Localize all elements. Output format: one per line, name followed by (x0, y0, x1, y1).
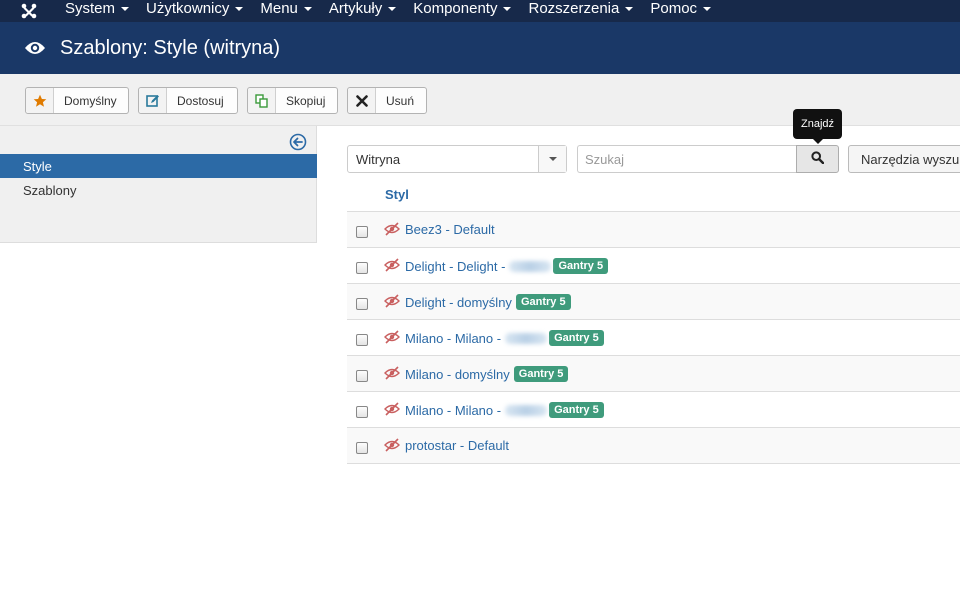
copy-icon (248, 88, 276, 113)
blurred-text (505, 404, 548, 416)
copy-button[interactable]: Skopiuj (247, 87, 338, 114)
nav-menu-label: Użytkownicy (146, 0, 230, 17)
row-checkbox[interactable] (356, 262, 368, 274)
search-button[interactable] (796, 145, 839, 173)
style-link[interactable]: Delight - domyślny Gantry 5 (405, 294, 571, 310)
nav-menu-label: Artykuły (328, 0, 383, 17)
delete-button-label: Usuń (386, 93, 415, 108)
gantry-badge: Gantry 5 (549, 402, 604, 418)
page-title: Szablony: Style (witryna) (60, 36, 281, 59)
default-button-label: Domyślny (64, 93, 117, 108)
client-select-value: Witryna (356, 151, 401, 167)
sidebar-item-styles[interactable]: Style (0, 154, 317, 178)
blurred-text (509, 260, 552, 272)
table-row: Milano - Milano - Gantry 5 (347, 392, 960, 428)
gantry-badge: Gantry 5 (553, 258, 609, 274)
nav-menu-extensions[interactable]: Rozszerzenia (521, 0, 643, 19)
edit-button[interactable]: Dostosuj (138, 87, 238, 114)
style-name: Milano - Milano - (405, 330, 502, 346)
nav-menu-help[interactable]: Pomoc (643, 0, 721, 19)
style-link[interactable]: Milano - domyślny Gantry 5 (405, 366, 569, 382)
gantry-badge: Gantry 5 (549, 330, 604, 346)
star-icon (26, 88, 54, 113)
nav-menu-label: Menu (260, 0, 298, 17)
search-tooltip: Znajdź (793, 109, 842, 144)
search-icon (811, 151, 825, 167)
style-link[interactable]: Delight - Delight - Gantry 5 (405, 258, 609, 274)
style-name: Beez3 - Default (405, 222, 495, 237)
close-icon (348, 88, 376, 113)
eye-slash-icon[interactable] (384, 438, 400, 452)
sidebar-item-label: Style (23, 158, 52, 174)
nav-menu-menu[interactable]: Menu (253, 0, 322, 19)
table-row: Delight - Delight - Gantry 5 (347, 248, 960, 284)
nav-menu-articles[interactable]: Artykuły (322, 0, 406, 19)
eye-slash-icon[interactable] (384, 330, 400, 344)
nav-menu-label: Komponenty (413, 0, 498, 17)
client-select[interactable]: Witryna (347, 145, 567, 173)
row-checkbox[interactable] (356, 298, 368, 310)
edit-button-label: Dostosuj (177, 93, 224, 108)
style-name: Delight - domyślny (405, 294, 512, 310)
table-row: protostar - Default (347, 428, 960, 464)
search-tools-button[interactable]: Narzędzia wyszukiwania (848, 145, 960, 173)
page-header: Szablony: Style (witryna) (0, 22, 960, 74)
style-name: Delight - Delight - (405, 258, 506, 274)
row-checkbox[interactable] (356, 442, 368, 454)
caret-down-icon (235, 7, 244, 11)
row-checkbox[interactable] (356, 226, 368, 238)
table-row: Delight - domyślny Gantry 5 (347, 284, 960, 320)
joomla-logo-icon[interactable] (0, 0, 58, 22)
row-checkbox[interactable] (356, 370, 368, 382)
style-link[interactable]: Beez3 - Default (405, 222, 495, 237)
style-name: Milano - domyślny (405, 366, 510, 382)
collapse-sidebar-icon[interactable] (289, 133, 307, 151)
default-button[interactable]: Domyślny (25, 87, 129, 114)
column-header-style[interactable]: Styl (385, 187, 409, 202)
edit-icon (139, 88, 167, 113)
nav-menu-label: Rozszerzenia (528, 0, 620, 17)
caret-down-icon (388, 7, 397, 11)
nav-menu-components[interactable]: Komponenty (406, 0, 521, 19)
caret-down-icon (121, 7, 130, 11)
sidebar-item-label: Szablony (23, 182, 77, 198)
table-row: Milano - Milano - Gantry 5 (347, 320, 960, 356)
gantry-badge: Gantry 5 (513, 366, 569, 382)
eye-slash-icon[interactable] (384, 222, 400, 236)
style-name: protostar - Default (405, 438, 510, 453)
caret-down-icon (503, 7, 512, 11)
caret-down-icon (625, 7, 634, 11)
eye-slash-icon[interactable] (384, 366, 400, 380)
eye-slash-icon[interactable] (384, 294, 400, 308)
eye-slash-icon[interactable] (384, 258, 400, 272)
nav-menu-label: System (65, 0, 116, 17)
style-link[interactable]: Milano - Milano - Gantry 5 (405, 330, 604, 346)
style-link[interactable]: protostar - Default (405, 438, 509, 453)
search-input[interactable] (577, 145, 797, 173)
style-link[interactable]: Milano - Milano - Gantry 5 (405, 402, 604, 418)
style-name: Milano - Milano - (405, 402, 502, 418)
chevron-down-icon[interactable] (538, 146, 566, 172)
nav-menu-label: Pomoc (650, 0, 698, 17)
row-checkbox[interactable] (356, 406, 368, 418)
nav-menu-system[interactable]: System (58, 0, 139, 19)
table-row: Beez3 - Default (347, 212, 960, 248)
row-checkbox[interactable] (356, 334, 368, 346)
copy-button-label: Skopiuj (286, 93, 326, 108)
eye-slash-icon[interactable] (384, 402, 400, 416)
sidebar: Style Szablony (0, 126, 317, 243)
table-row: Milano - domyślny Gantry 5 (347, 356, 960, 392)
top-navbar: System Użytkownicy Menu Artykuły Kompone… (0, 0, 960, 22)
blurred-text (505, 332, 548, 344)
caret-down-icon (703, 7, 712, 11)
gantry-badge: Gantry 5 (515, 294, 571, 310)
eye-icon (24, 37, 46, 59)
sidebar-item-templates[interactable]: Szablony (0, 178, 317, 202)
caret-down-icon (303, 7, 312, 11)
delete-button[interactable]: Usuń (347, 87, 427, 114)
nav-menu-users[interactable]: Użytkownicy (139, 0, 253, 19)
